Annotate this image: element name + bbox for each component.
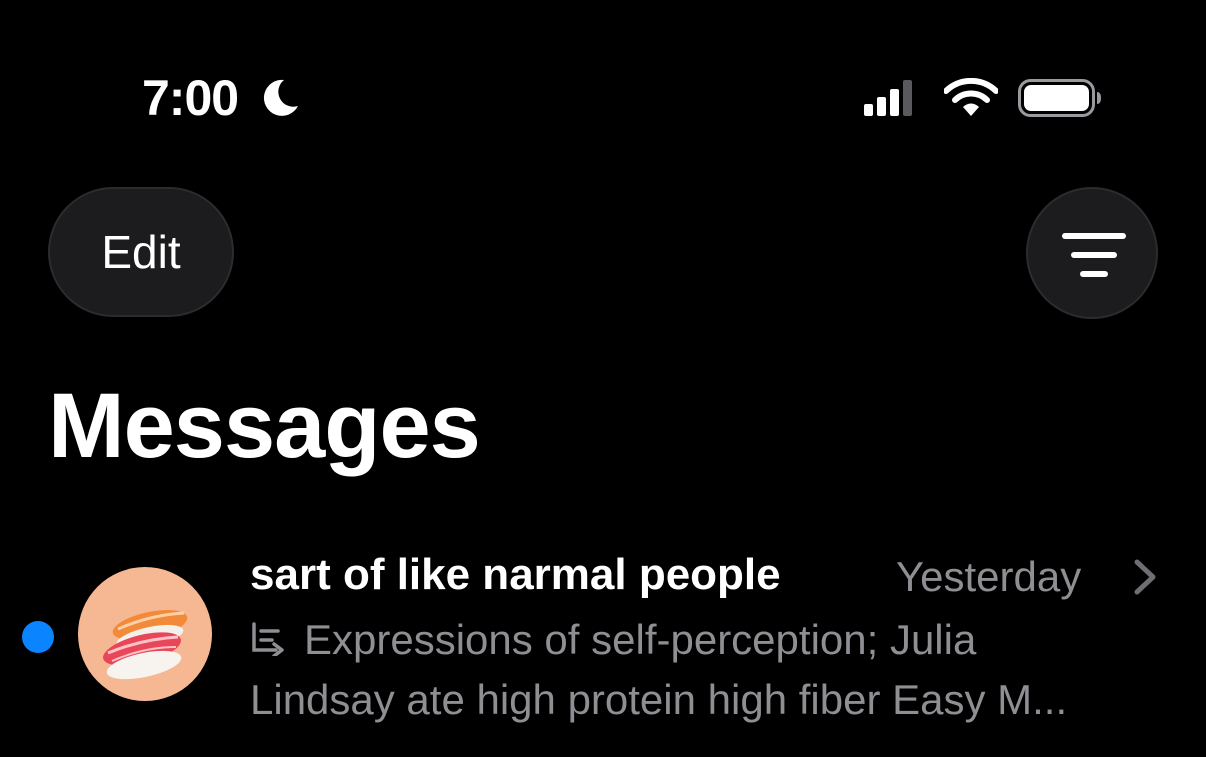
filter-icon: [1062, 233, 1126, 277]
edit-button-label: Edit: [101, 226, 181, 278]
conversation-timestamp: Yesterday: [896, 553, 1082, 600]
edit-button[interactable]: Edit: [48, 187, 234, 317]
preview-text-2: Lindsay ate high protein high fiber Easy…: [250, 676, 1068, 723]
sushi-avatar-icon: [103, 610, 188, 680]
chevron-right-icon: [1134, 559, 1156, 595]
conversation-name: sart of like narmal people: [250, 550, 781, 599]
preview-text-1: Expressions of self-perception; Julia: [304, 616, 977, 663]
thread-reply-icon: [252, 622, 284, 656]
moon-icon: [263, 79, 298, 116]
wifi-icon: [944, 78, 998, 116]
page-title: Messages: [48, 375, 481, 477]
status-time: 7:00: [142, 70, 239, 126]
preview-line-1: Expressions of self-perception; Julia: [250, 610, 1170, 670]
battery-icon: [1018, 79, 1101, 117]
avatar: [78, 567, 212, 701]
cellular-signal-icon: [864, 80, 912, 116]
filter-button[interactable]: [1026, 187, 1158, 319]
unread-indicator: [22, 621, 54, 653]
message-preview: Expressions of self-perception; Julia Li…: [250, 610, 1170, 730]
